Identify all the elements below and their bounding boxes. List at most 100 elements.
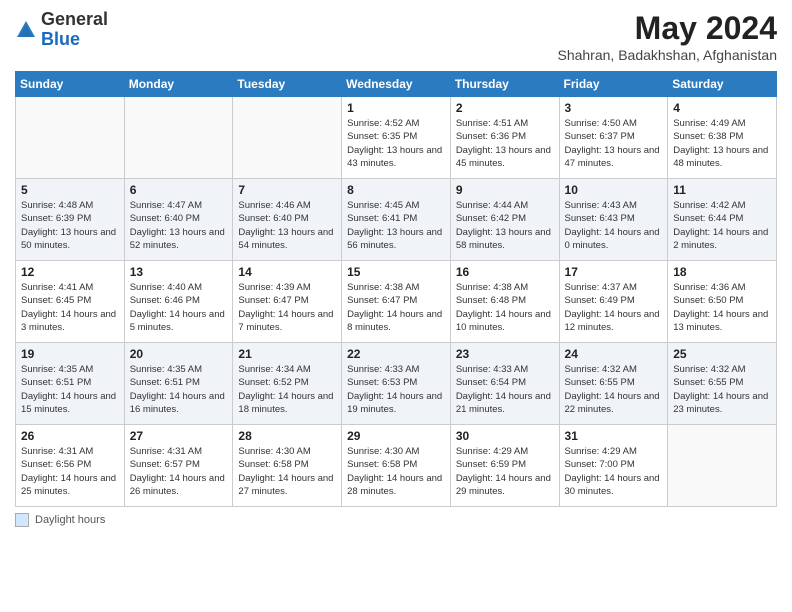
week-row-3: 12 Sunrise: 4:41 AM Sunset: 6:45 PM Dayli… [16,261,777,343]
day-info: Sunrise: 4:31 AM Sunset: 6:56 PM Dayligh… [21,445,119,498]
day-cell: 5 Sunrise: 4:48 AM Sunset: 6:39 PM Daylig… [16,179,125,261]
day-info: Sunrise: 4:34 AM Sunset: 6:52 PM Dayligh… [238,363,336,416]
location: Shahran, Badakhshan, Afghanistan [557,47,777,63]
day-cell: 14Sunrise: 4:39 AM Sunset: 6:47 PM Dayli… [233,261,342,343]
day-info: Sunrise: 4:35 AM Sunset: 6:51 PM Dayligh… [130,363,228,416]
day-number: 18 [673,265,771,279]
logo-icon [15,19,37,41]
day-info: Sunrise: 4:42 AM Sunset: 6:44 PM Dayligh… [673,199,771,252]
day-cell [124,97,233,179]
legend-box [15,513,29,527]
col-header-thursday: Thursday [450,72,559,97]
day-cell: 18Sunrise: 4:36 AM Sunset: 6:50 PM Dayli… [668,261,777,343]
day-info: Sunrise: 4:29 AM Sunset: 7:00 PM Dayligh… [565,445,663,498]
day-cell: 17Sunrise: 4:37 AM Sunset: 6:49 PM Dayli… [559,261,668,343]
day-cell: 7 Sunrise: 4:46 AM Sunset: 6:40 PM Daylig… [233,179,342,261]
day-number: 31 [565,429,663,443]
day-cell [668,425,777,507]
header-row: SundayMondayTuesdayWednesdayThursdayFrid… [16,72,777,97]
day-cell: 13Sunrise: 4:40 AM Sunset: 6:46 PM Dayli… [124,261,233,343]
day-cell: 6 Sunrise: 4:47 AM Sunset: 6:40 PM Daylig… [124,179,233,261]
day-info: Sunrise: 4:35 AM Sunset: 6:51 PM Dayligh… [21,363,119,416]
month-year: May 2024 [557,10,777,47]
day-cell: 28Sunrise: 4:30 AM Sunset: 6:58 PM Dayli… [233,425,342,507]
day-cell: 4Sunrise: 4:49 AM Sunset: 6:38 PM Daylig… [668,97,777,179]
day-info: Sunrise: 4:44 AM Sunset: 6:42 PM Dayligh… [456,199,554,252]
day-number: 19 [21,347,119,361]
day-info: Sunrise: 4:41 AM Sunset: 6:45 PM Dayligh… [21,281,119,334]
day-cell: 16Sunrise: 4:38 AM Sunset: 6:48 PM Dayli… [450,261,559,343]
day-cell: 29 Sunrise: 4:30 AM Sunset: 6:58 PM Dayli… [342,425,451,507]
day-cell: 31 Sunrise: 4:29 AM Sunset: 7:00 PM Dayli… [559,425,668,507]
day-number: 29 [347,429,445,443]
day-number: 5 [21,183,119,197]
day-cell: 9 Sunrise: 4:44 AM Sunset: 6:42 PM Daylig… [450,179,559,261]
page: General Blue May 2024 Shahran, Badakhsha… [0,0,792,612]
day-number: 23 [456,347,554,361]
day-number: 28 [238,429,336,443]
day-number: 12 [21,265,119,279]
day-info: Sunrise: 4:45 AM Sunset: 6:41 PM Dayligh… [347,199,445,252]
day-info: Sunrise: 4:31 AM Sunset: 6:57 PM Dayligh… [130,445,228,498]
day-number: 17 [565,265,663,279]
day-number: 26 [21,429,119,443]
day-info: Sunrise: 4:40 AM Sunset: 6:46 PM Dayligh… [130,281,228,334]
day-info: Sunrise: 4:47 AM Sunset: 6:40 PM Dayligh… [130,199,228,252]
day-number: 14 [238,265,336,279]
day-info: Sunrise: 4:30 AM Sunset: 6:58 PM Dayligh… [347,445,445,498]
day-number: 20 [130,347,228,361]
day-info: Sunrise: 4:29 AM Sunset: 6:59 PM Dayligh… [456,445,554,498]
calendar-table: SundayMondayTuesdayWednesdayThursdayFrid… [15,71,777,507]
day-info: Sunrise: 4:49 AM Sunset: 6:38 PM Dayligh… [673,117,771,170]
day-cell: 8 Sunrise: 4:45 AM Sunset: 6:41 PM Daylig… [342,179,451,261]
day-cell: 15 Sunrise: 4:38 AM Sunset: 6:47 PM Dayli… [342,261,451,343]
day-info: Sunrise: 4:51 AM Sunset: 6:36 PM Dayligh… [456,117,554,170]
day-info: Sunrise: 4:52 AM Sunset: 6:35 PM Dayligh… [347,117,445,170]
day-info: Sunrise: 4:38 AM Sunset: 6:47 PM Dayligh… [347,281,445,334]
title-block: May 2024 Shahran, Badakhshan, Afghanista… [557,10,777,63]
day-cell: 11 Sunrise: 4:42 AM Sunset: 6:44 PM Dayli… [668,179,777,261]
day-number: 11 [673,183,771,197]
day-number: 30 [456,429,554,443]
logo-general: General [41,9,108,29]
day-number: 15 [347,265,445,279]
col-header-friday: Friday [559,72,668,97]
col-header-saturday: Saturday [668,72,777,97]
col-header-tuesday: Tuesday [233,72,342,97]
day-info: Sunrise: 4:33 AM Sunset: 6:53 PM Dayligh… [347,363,445,416]
day-cell: 24 Sunrise: 4:32 AM Sunset: 6:55 PM Dayli… [559,343,668,425]
day-number: 8 [347,183,445,197]
day-cell: 1Sunrise: 4:52 AM Sunset: 6:35 PM Daylig… [342,97,451,179]
day-cell: 3Sunrise: 4:50 AM Sunset: 6:37 PM Daylig… [559,97,668,179]
week-row-4: 19 Sunrise: 4:35 AM Sunset: 6:51 PM Dayli… [16,343,777,425]
day-cell [233,97,342,179]
day-info: Sunrise: 4:48 AM Sunset: 6:39 PM Dayligh… [21,199,119,252]
logo-text: General Blue [41,10,108,50]
day-cell: 30 Sunrise: 4:29 AM Sunset: 6:59 PM Dayli… [450,425,559,507]
day-number: 16 [456,265,554,279]
day-cell [16,97,125,179]
day-info: Sunrise: 4:46 AM Sunset: 6:40 PM Dayligh… [238,199,336,252]
day-cell: 19 Sunrise: 4:35 AM Sunset: 6:51 PM Dayli… [16,343,125,425]
day-number: 2 [456,101,554,115]
day-cell: 20 Sunrise: 4:35 AM Sunset: 6:51 PM Dayli… [124,343,233,425]
week-row-2: 5 Sunrise: 4:48 AM Sunset: 6:39 PM Daylig… [16,179,777,261]
day-number: 9 [456,183,554,197]
day-info: Sunrise: 4:32 AM Sunset: 6:55 PM Dayligh… [565,363,663,416]
legend-label: Daylight hours [35,514,105,526]
day-number: 10 [565,183,663,197]
day-cell: 23 Sunrise: 4:33 AM Sunset: 6:54 PM Dayli… [450,343,559,425]
day-cell: 22Sunrise: 4:33 AM Sunset: 6:53 PM Dayli… [342,343,451,425]
col-header-monday: Monday [124,72,233,97]
day-number: 6 [130,183,228,197]
logo: General Blue [15,10,108,50]
week-row-5: 26 Sunrise: 4:31 AM Sunset: 6:56 PM Dayli… [16,425,777,507]
day-number: 24 [565,347,663,361]
day-info: Sunrise: 4:33 AM Sunset: 6:54 PM Dayligh… [456,363,554,416]
day-cell: 2 Sunrise: 4:51 AM Sunset: 6:36 PM Daylig… [450,97,559,179]
day-cell: 26 Sunrise: 4:31 AM Sunset: 6:56 PM Dayli… [16,425,125,507]
day-cell: 10Sunrise: 4:43 AM Sunset: 6:43 PM Dayli… [559,179,668,261]
day-number: 7 [238,183,336,197]
day-cell: 25Sunrise: 4:32 AM Sunset: 6:55 PM Dayli… [668,343,777,425]
footer: Daylight hours [15,513,777,527]
